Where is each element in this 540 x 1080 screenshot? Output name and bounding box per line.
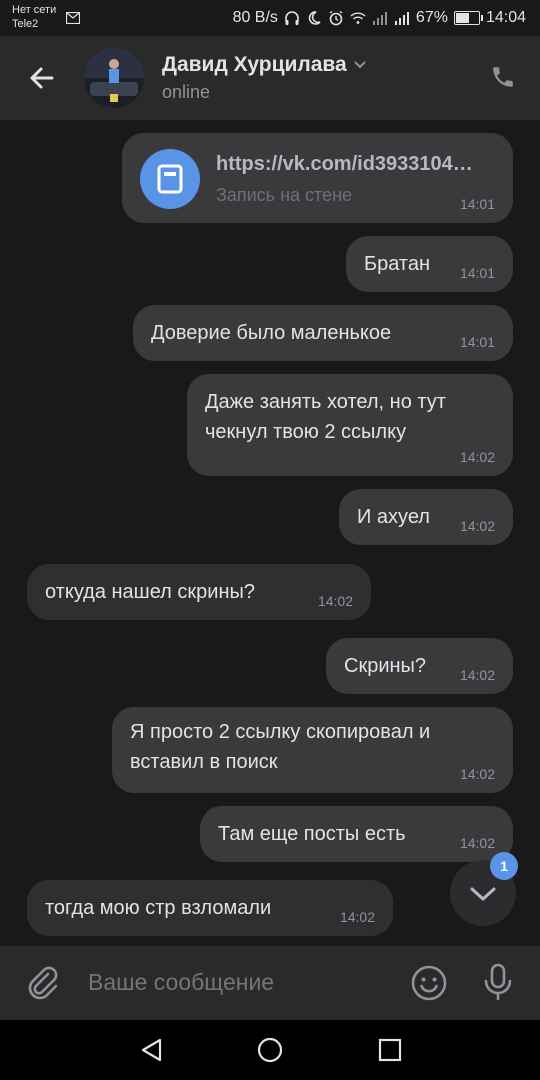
nav-recent-icon[interactable] bbox=[376, 1036, 404, 1064]
alarm-icon bbox=[329, 10, 343, 26]
carrier-line2: Tele2 bbox=[12, 18, 39, 30]
message-time: 14:02 bbox=[459, 449, 495, 465]
message-text: тогда мою стр взломали bbox=[45, 897, 272, 919]
message-time: 14:02 bbox=[459, 518, 495, 534]
contact-name-text: Давид Хурцилава bbox=[162, 53, 347, 76]
contact-name[interactable]: Давид Хурцилава bbox=[162, 53, 367, 77]
message-text: Скрины? bbox=[344, 655, 427, 677]
message-text: Там еще посты есть bbox=[218, 823, 406, 845]
emoji-icon[interactable] bbox=[410, 964, 448, 1002]
moon-icon bbox=[308, 11, 321, 25]
sim-icon bbox=[66, 12, 80, 24]
headphones-icon bbox=[285, 11, 299, 25]
status-bar: Нет сети Tele2 80 B/s 67% 14:04 bbox=[0, 0, 540, 36]
message-input[interactable] bbox=[86, 968, 390, 997]
message-time: 14:02 bbox=[459, 667, 495, 683]
message-time: 14:01 bbox=[459, 196, 495, 212]
message-bubble-incoming[interactable]: откуда нашел скрины? 14:02 bbox=[27, 564, 371, 620]
wifi-icon bbox=[350, 12, 366, 24]
message-time: 14:02 bbox=[339, 909, 375, 925]
system-nav-bar bbox=[0, 1020, 540, 1080]
chat-header: Давид Хурцилава online bbox=[0, 36, 540, 120]
avatar-photo bbox=[84, 48, 144, 108]
message-list[interactable]: https://vk.com/id3933104… Запись на стен… bbox=[0, 120, 540, 946]
signal-icon bbox=[394, 12, 409, 25]
contact-status: online bbox=[162, 82, 211, 102]
message-text-line2: чекнул твою 2 ссылку bbox=[205, 421, 407, 443]
message-text: Доверие было маленькое bbox=[151, 322, 392, 344]
message-bubble[interactable]: И ахуел 14:02 bbox=[339, 489, 513, 545]
message-text: Братан bbox=[364, 253, 431, 275]
message-bubble[interactable]: Даже занять хотел, но тут чекнул твою 2 … bbox=[187, 374, 513, 476]
attach-icon[interactable] bbox=[24, 964, 60, 1000]
message-bubble[interactable]: Доверие было маленькое 14:01 bbox=[133, 305, 513, 361]
message-bubble[interactable]: Скрины? 14:02 bbox=[326, 638, 513, 694]
chevron-down-icon[interactable] bbox=[353, 60, 367, 70]
message-link[interactable]: https://vk.com/id3933104… Запись на стен… bbox=[122, 133, 513, 223]
message-time: 14:02 bbox=[459, 835, 495, 851]
avatar[interactable] bbox=[84, 48, 144, 108]
unread-badge: 1 bbox=[490, 852, 518, 880]
message-time: 14:01 bbox=[459, 265, 495, 281]
message-text-line2: вставил в поиск bbox=[130, 751, 278, 773]
message-time: 14:02 bbox=[459, 766, 495, 782]
message-text: откуда нашел скрины? bbox=[45, 581, 255, 603]
message-bubble[interactable]: Там еще посты есть 14:02 bbox=[200, 806, 513, 862]
microphone-icon[interactable] bbox=[480, 962, 516, 1002]
message-composer bbox=[0, 946, 540, 1020]
link-url[interactable]: https://vk.com/id3933104… bbox=[216, 149, 473, 179]
link-subtitle: Запись на стене bbox=[216, 185, 353, 205]
message-time: 14:01 bbox=[459, 334, 495, 350]
nav-back-icon[interactable] bbox=[138, 1036, 166, 1064]
back-arrow-icon[interactable] bbox=[26, 62, 58, 94]
message-text: И ахуел bbox=[357, 506, 430, 528]
message-bubble[interactable]: Братан 14:01 bbox=[346, 236, 513, 292]
clock: 14:04 bbox=[485, 9, 526, 26]
nav-home-icon[interactable] bbox=[256, 1036, 284, 1064]
message-text-line1: Я просто 2 ссылку скопировал и bbox=[130, 721, 431, 743]
message-time: 14:02 bbox=[317, 593, 353, 609]
carrier-info: Нет сети Tele2 bbox=[12, 3, 56, 31]
post-icon bbox=[140, 149, 200, 209]
battery-percent: 67% bbox=[415, 9, 448, 26]
signal-off-icon bbox=[372, 12, 387, 25]
carrier-line1: Нет сети bbox=[12, 4, 57, 16]
message-text-line1: Даже занять хотел, но тут bbox=[205, 391, 446, 413]
network-speed: 80 B/s bbox=[232, 9, 278, 26]
phone-icon[interactable] bbox=[490, 64, 516, 90]
battery-icon bbox=[453, 11, 483, 25]
message-bubble-incoming[interactable]: тогда мою стр взломали 14:02 bbox=[27, 880, 393, 936]
message-bubble[interactable]: Я просто 2 ссылку скопировал и вставил в… bbox=[112, 707, 513, 793]
battery-fill bbox=[455, 13, 470, 23]
